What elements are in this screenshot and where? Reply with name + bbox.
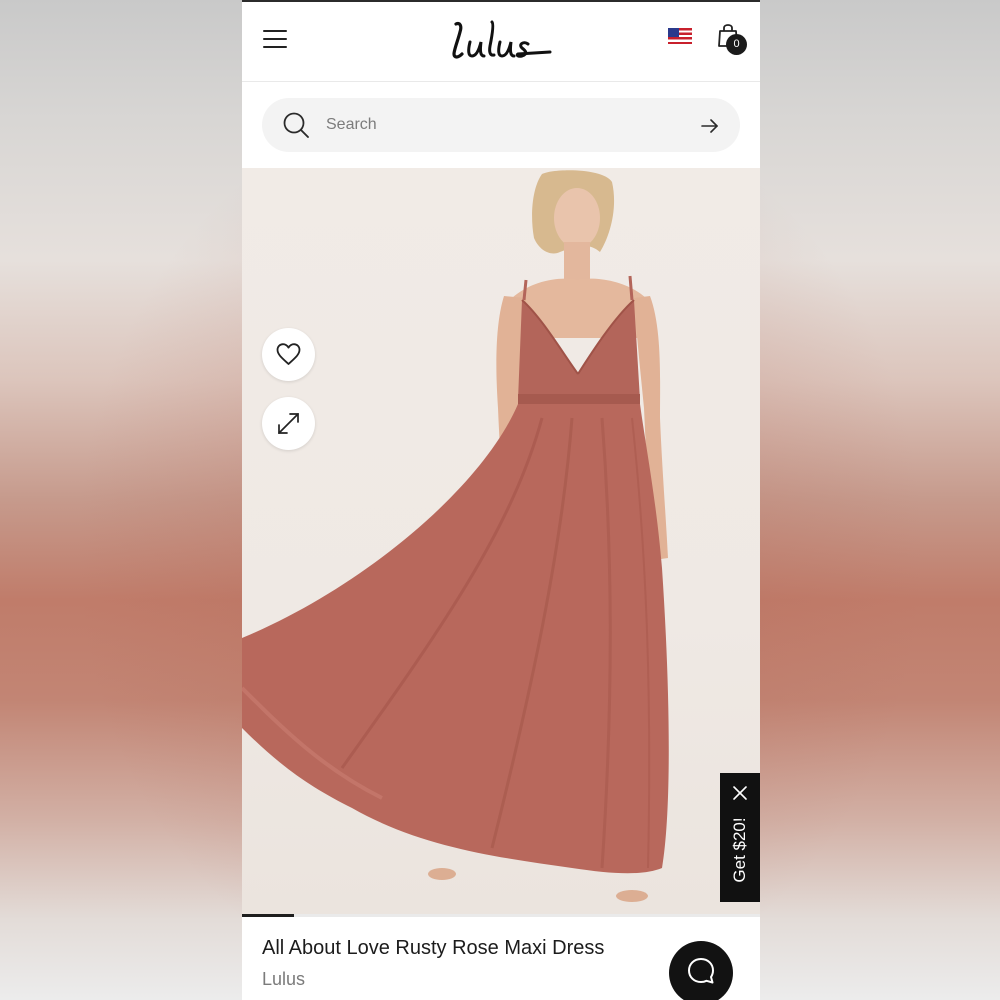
product-title: All About Love Rusty Rose Maxi Dress [262,937,605,959]
product-image[interactable] [242,168,760,916]
site-header: 0 [242,2,760,82]
chat-bubble-icon [688,958,714,984]
dress-photo-illustration [242,170,669,902]
expand-image-button[interactable] [262,397,315,450]
promo-tab[interactable]: Get $20! [720,773,760,902]
lulus-logo[interactable] [448,14,554,64]
favorite-button[interactable] [262,328,315,381]
close-icon[interactable] [732,785,748,801]
search-icon[interactable] [282,111,310,139]
search-bar[interactable] [262,98,740,152]
cart-count-badge[interactable]: 0 [726,34,747,55]
search-bar-container [242,82,760,168]
promo-label[interactable]: Get $20! [729,800,751,900]
search-input[interactable] [326,111,686,139]
hamburger-menu-icon[interactable] [263,30,287,48]
gallery-progress-fill [242,914,294,917]
us-flag-icon[interactable] [668,28,692,44]
mobile-page: 0 Search Get $20! All About Love Rusty R… [242,0,760,1000]
expand-icon [278,413,299,434]
chat-button[interactable] [669,941,733,1000]
search-submit-arrow-icon[interactable] [700,118,720,134]
gallery-progress-bar [242,914,760,917]
heart-icon [276,343,301,365]
product-brand[interactable]: Lulus [262,968,305,990]
